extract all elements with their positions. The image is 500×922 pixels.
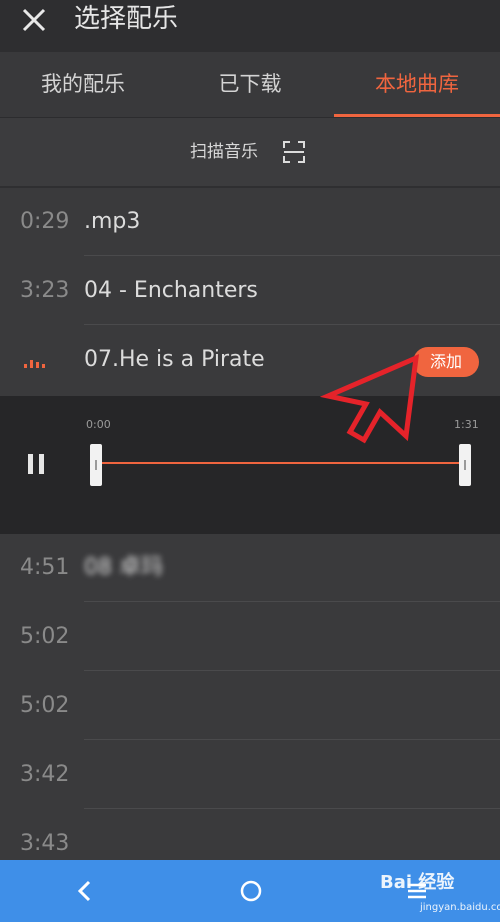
page-title: 选择配乐 — [74, 4, 179, 34]
back-icon[interactable] — [72, 878, 98, 904]
row-divider — [84, 324, 500, 325]
track-duration: 4:51 — [20, 555, 70, 580]
annotation-arrow-icon — [320, 353, 420, 444]
track-row[interactable]: 5:02 — [0, 603, 500, 671]
track-name: 04 - Enchanters — [84, 278, 258, 303]
track-duration: 3:42 — [20, 762, 70, 787]
watermark-logo: Bai 经验 — [380, 872, 455, 893]
scan-music-label: 扫描音乐 — [190, 142, 258, 162]
scan-icon[interactable] — [282, 140, 306, 164]
end-time: 1:31 — [454, 418, 479, 431]
scan-music-row[interactable]: 扫描音乐 — [0, 118, 500, 186]
watermark-url: jingyan.baidu.com — [420, 902, 500, 913]
track-row[interactable]: 3:42 — [0, 741, 500, 809]
tab-my-music[interactable]: 我的配乐 — [0, 52, 166, 118]
track-name: 08 卓玛 — [84, 555, 163, 580]
pause-icon[interactable] — [26, 454, 48, 476]
row-divider — [84, 255, 500, 256]
row-divider — [84, 670, 500, 671]
track-row[interactable]: 4:51 08 卓玛 — [0, 534, 500, 602]
tab-local-library[interactable]: 本地曲库 — [334, 52, 500, 118]
top-bar: 选择配乐 — [0, 0, 500, 52]
row-divider — [84, 739, 500, 740]
playing-indicator-icon — [24, 356, 48, 368]
track-row[interactable]: 5:02 — [0, 672, 500, 740]
track-duration: 5:02 — [20, 693, 70, 718]
home-icon[interactable] — [238, 878, 264, 904]
track-duration: 0:29 — [20, 209, 70, 234]
track-row[interactable]: 0:29 .mp3 — [0, 188, 500, 256]
tab-bar: 我的配乐 已下载 本地曲库 — [0, 52, 500, 118]
close-icon[interactable] — [18, 4, 50, 36]
track-duration: 5:02 — [20, 624, 70, 649]
trim-start-handle[interactable] — [90, 444, 102, 486]
track-duration: 3:23 — [20, 278, 70, 303]
seek-bar[interactable] — [96, 462, 466, 464]
track-name: 07.He is a Pirate — [84, 347, 265, 372]
track-row[interactable]: 3:23 04 - Enchanters — [0, 257, 500, 325]
tab-downloaded[interactable]: 已下载 — [166, 52, 334, 118]
row-divider — [84, 601, 500, 602]
trim-end-handle[interactable] — [459, 444, 471, 486]
row-divider — [84, 808, 500, 809]
start-time: 0:00 — [86, 418, 111, 431]
track-name: .mp3 — [84, 209, 141, 234]
